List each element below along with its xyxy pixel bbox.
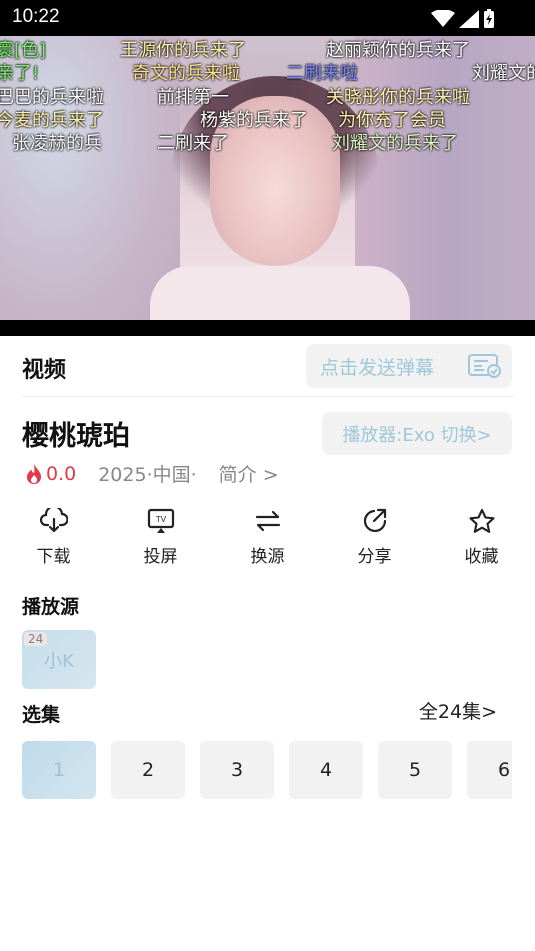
- tab-video[interactable]: 视频: [22, 352, 66, 384]
- cast-button[interactable]: TV 投屏: [121, 508, 201, 567]
- score-value: 0.0: [46, 462, 77, 485]
- favorite-button[interactable]: 收藏: [442, 508, 522, 567]
- danmaku-comment: 二刷来了: [157, 133, 229, 154]
- source-item[interactable]: 24 小K: [22, 630, 96, 689]
- switch-source-label: 换源: [250, 547, 285, 567]
- episode-item-4[interactable]: 4: [289, 741, 363, 799]
- danmaku-comment: 亲了!: [0, 63, 40, 84]
- player-switch-button[interactable]: 播放器:Exo 切换>: [322, 412, 512, 455]
- status-time: 10:22: [12, 6, 60, 27]
- danmaku-comment: 二刷来啦: [286, 63, 358, 84]
- episode-item-2[interactable]: 2: [111, 741, 185, 799]
- intro-link[interactable]: 简介 >: [219, 460, 279, 487]
- video-meta: 0.0 2025·中国· 简介 >: [24, 460, 279, 487]
- video-title: 樱桃琥珀: [22, 421, 130, 452]
- share-button[interactable]: 分享: [335, 508, 415, 567]
- episode-item-3[interactable]: 3: [200, 741, 274, 799]
- svg-text:TV: TV: [155, 515, 166, 524]
- video-player[interactable]: 寰[色] 王源你的兵来了 赵丽颖你的兵来了 亲了! 奇文的兵来啦 二刷来啦 刘耀…: [0, 36, 535, 336]
- star-icon: [468, 508, 495, 533]
- danmaku-comment: 刘耀文的兵来了: [332, 133, 458, 154]
- source-count-badge: 24: [24, 632, 48, 646]
- danmaku-comment: 刘耀文的: [472, 63, 535, 84]
- cast-label: 投屏: [143, 547, 178, 567]
- episode-list: 1 2 3 4 5 6: [22, 741, 512, 801]
- source-name: 小K: [44, 650, 74, 672]
- status-bar: 10:22: [0, 0, 535, 36]
- action-bar: 下载 TV 投屏 换源 分享 收藏: [0, 508, 535, 567]
- share-icon: [363, 508, 386, 533]
- battery-icon: [484, 9, 494, 28]
- divider: [22, 396, 514, 397]
- download-label: 下载: [36, 547, 71, 567]
- danmaku-comment: 张凌赫的兵: [12, 133, 102, 154]
- episode-item-5[interactable]: 5: [378, 741, 452, 799]
- share-label: 分享: [357, 547, 392, 567]
- fire-icon: [27, 463, 41, 484]
- favorite-label: 收藏: [464, 547, 499, 567]
- episode-item-1[interactable]: 1: [22, 741, 96, 799]
- signal-icon: [459, 10, 479, 28]
- send-danmaku-label: 点击发送弹幕: [320, 356, 435, 379]
- letterbox-bar: [0, 320, 535, 336]
- all-episodes-link[interactable]: 全24集>: [419, 697, 497, 724]
- send-danmaku-button[interactable]: 点击发送弹幕: [306, 344, 512, 388]
- status-icons: [431, 9, 495, 29]
- switch-source-button[interactable]: 换源: [228, 508, 308, 567]
- tv-cast-icon: TV: [147, 508, 174, 533]
- episode-item-6[interactable]: 6: [467, 741, 512, 799]
- danmaku-settings-icon[interactable]: [468, 354, 502, 378]
- download-button[interactable]: 下载: [14, 508, 94, 567]
- episodes-heading: 选集: [22, 704, 61, 726]
- wifi-icon: [431, 10, 455, 27]
- sources-heading: 播放源: [22, 596, 80, 618]
- danmaku-comment: 奇文的兵来啦: [132, 63, 240, 84]
- download-icon: [39, 508, 68, 533]
- year-region: 2025·中国·: [98, 464, 197, 486]
- switch-source-icon: [255, 510, 280, 532]
